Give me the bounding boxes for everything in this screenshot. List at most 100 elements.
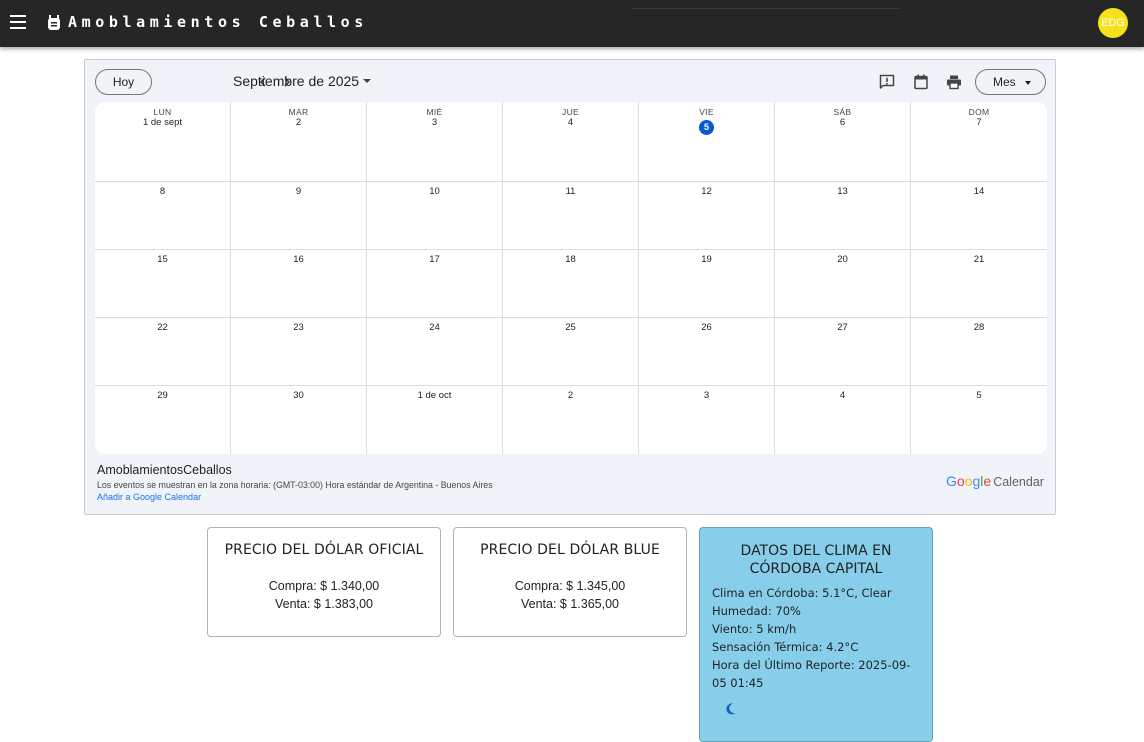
- user-avatar[interactable]: EDG: [1098, 8, 1128, 38]
- day-cell[interactable]: 25: [503, 318, 639, 386]
- day-cell[interactable]: 4: [775, 386, 911, 454]
- day-number[interactable]: 25: [503, 322, 638, 334]
- day-cell[interactable]: 23: [231, 318, 367, 386]
- day-cell[interactable]: 19: [639, 250, 775, 318]
- day-cell[interactable]: 9: [231, 182, 367, 250]
- day-number[interactable]: 10: [367, 186, 502, 198]
- add-to-google-calendar-link[interactable]: Añadir a Google Calendar: [97, 492, 201, 502]
- day-number[interactable]: 11: [503, 186, 638, 198]
- timezone-note: Los eventos se muestran en la zona horar…: [97, 480, 493, 490]
- calendar-toolbar: Hoy Septiembre de 2025 Mes: [85, 60, 1055, 102]
- day-number[interactable]: 23: [231, 322, 366, 334]
- view-selector-button[interactable]: Mes: [975, 69, 1046, 95]
- dolar-blue-title: PRECIO DEL DÓLAR BLUE: [480, 542, 660, 558]
- furniture-logo-icon: [48, 15, 60, 30]
- day-cell[interactable]: 3: [639, 386, 775, 454]
- day-cell[interactable]: MAR 2: [231, 102, 367, 182]
- weather-clima: Clima en Córdoba: 5.1°C, Clear: [712, 586, 892, 600]
- day-cell[interactable]: 11: [503, 182, 639, 250]
- day-number[interactable]: 2: [503, 390, 638, 402]
- dolar-blue-venta: Venta: $ 1.365,00: [520, 597, 619, 611]
- day-cell[interactable]: 5: [911, 386, 1047, 454]
- day-cell[interactable]: 15: [95, 250, 231, 318]
- day-number[interactable]: 18: [503, 254, 638, 266]
- day-cell[interactable]: 27: [775, 318, 911, 386]
- day-number[interactable]: 29: [95, 390, 230, 402]
- day-cell[interactable]: DOM 7: [911, 102, 1047, 182]
- day-cell[interactable]: 24: [367, 318, 503, 386]
- day-number[interactable]: 6: [775, 117, 910, 129]
- view-dropdown-caret-icon: [1025, 81, 1031, 85]
- day-cell[interactable]: 21: [911, 250, 1047, 318]
- day-number[interactable]: 19: [639, 254, 774, 266]
- weekday-label: VIE: [699, 107, 714, 117]
- month-title[interactable]: Septiembre de 2025: [233, 73, 359, 89]
- day-cell[interactable]: 26: [639, 318, 775, 386]
- day-number[interactable]: 12: [639, 186, 774, 198]
- print-icon[interactable]: [945, 73, 963, 91]
- day-cell[interactable]: 2: [503, 386, 639, 454]
- weekday-label: MAR: [288, 107, 309, 117]
- today-date-badge[interactable]: 5: [699, 120, 714, 135]
- day-cell[interactable]: 28: [911, 318, 1047, 386]
- day-number[interactable]: 20: [775, 254, 910, 266]
- today-button[interactable]: Hoy: [95, 69, 152, 95]
- day-cell[interactable]: 29: [95, 386, 231, 454]
- moon-icon: [726, 703, 736, 715]
- day-cell[interactable]: SÁB 6: [775, 102, 911, 182]
- weather-reporte: Hora del Último Reporte: 2025-09-05 01:4…: [712, 658, 911, 690]
- day-cell[interactable]: 8: [95, 182, 231, 250]
- day-number[interactable]: 16: [231, 254, 366, 266]
- day-number[interactable]: 1 de sept: [95, 117, 230, 129]
- day-number[interactable]: 8: [95, 186, 230, 198]
- feedback-icon[interactable]: [878, 73, 896, 91]
- day-cell[interactable]: 16: [231, 250, 367, 318]
- day-cell[interactable]: 17: [367, 250, 503, 318]
- day-number[interactable]: 4: [775, 390, 910, 402]
- dolar-oficial-title: PRECIO DEL DÓLAR OFICIAL: [224, 542, 424, 558]
- dolar-blue-compra: Compra: $ 1.345,00: [514, 579, 626, 593]
- day-number[interactable]: 27: [775, 322, 910, 334]
- day-cell[interactable]: MIÉ 3: [367, 102, 503, 182]
- day-number[interactable]: 3: [367, 117, 502, 129]
- google-calendar-logo[interactable]: Google Calendar: [946, 473, 1044, 489]
- day-number[interactable]: 15: [95, 254, 230, 266]
- day-cell[interactable]: VIE 5: [639, 102, 775, 182]
- day-cell[interactable]: 10: [367, 182, 503, 250]
- day-number[interactable]: 3: [639, 390, 774, 402]
- day-number[interactable]: 4: [503, 117, 638, 129]
- day-cell[interactable]: 20: [775, 250, 911, 318]
- day-number[interactable]: 9: [231, 186, 366, 198]
- day-number[interactable]: 28: [911, 322, 1047, 334]
- day-number[interactable]: 21: [911, 254, 1047, 266]
- calendar-wordmark: Calendar: [993, 475, 1044, 489]
- hamburger-menu-icon[interactable]: [10, 15, 26, 29]
- day-cell[interactable]: 12: [639, 182, 775, 250]
- day-number[interactable]: 14: [911, 186, 1047, 198]
- day-number[interactable]: 24: [367, 322, 502, 334]
- day-number[interactable]: 5: [911, 390, 1047, 402]
- day-number[interactable]: 30: [231, 390, 366, 402]
- day-cell[interactable]: 13: [775, 182, 911, 250]
- day-cell[interactable]: 14: [911, 182, 1047, 250]
- month-dropdown-caret-icon[interactable]: [363, 79, 371, 83]
- day-cell[interactable]: 1 de oct: [367, 386, 503, 454]
- day-number[interactable]: 26: [639, 322, 774, 334]
- day-number[interactable]: 2: [231, 117, 366, 129]
- day-cell[interactable]: JUE 4: [503, 102, 639, 182]
- day-number[interactable]: 17: [367, 254, 502, 266]
- day-cell[interactable]: 30: [231, 386, 367, 454]
- brand-title[interactable]: Amoblamientos Ceballos: [68, 13, 368, 31]
- day-number[interactable]: 13: [775, 186, 910, 198]
- day-number[interactable]: 7: [911, 117, 1047, 129]
- day-number[interactable]: 22: [95, 322, 230, 334]
- day-cell[interactable]: 22: [95, 318, 231, 386]
- header-divider: [632, 8, 900, 9]
- day-number[interactable]: 1 de oct: [367, 390, 502, 402]
- weather-title: DATOS DEL CLIMA EN CÓRDOBA CAPITAL: [740, 543, 892, 577]
- weather-details: Clima en Córdoba: 5.1°C, Clear Humedad: …: [700, 584, 932, 692]
- calendar-icon[interactable]: [912, 73, 930, 91]
- day-cell[interactable]: 18: [503, 250, 639, 318]
- day-cell[interactable]: LUN 1 de sept: [95, 102, 231, 182]
- month-grid: LUN 1 de sept MAR 2 MIÉ 3 JUE 4 VIE 5 SÁB 6 DOM 7 8 9 10…: [95, 102, 1047, 454]
